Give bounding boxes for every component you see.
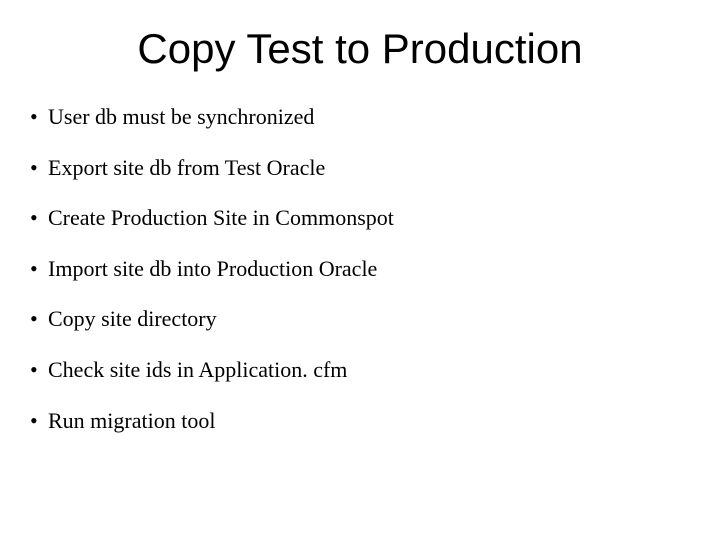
list-item: Export site db from Test Oracle xyxy=(30,154,690,183)
list-item: Create Production Site in Commonspot xyxy=(30,204,690,233)
list-item: Check site ids in Application. cfm xyxy=(30,356,690,385)
slide-title: Copy Test to Production xyxy=(30,25,690,73)
list-item: Import site db into Production Oracle xyxy=(30,255,690,284)
list-item: Run migration tool xyxy=(30,407,690,436)
list-item: Copy site directory xyxy=(30,305,690,334)
list-item: User db must be synchronized xyxy=(30,103,690,132)
bullet-list: User db must be synchronized Export site… xyxy=(30,103,690,435)
